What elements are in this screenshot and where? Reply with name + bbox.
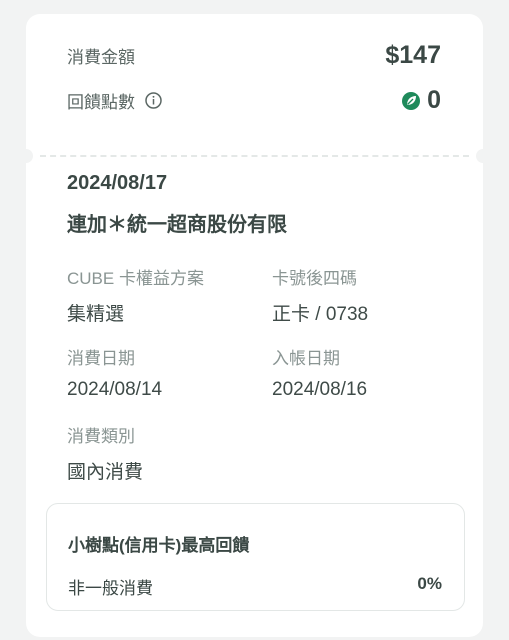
amount-value: $147 bbox=[385, 41, 441, 69]
field-label: 入帳日期 bbox=[272, 349, 340, 368]
reward-row: 非一般消費 0% bbox=[68, 574, 442, 599]
ticket-notch-left bbox=[19, 149, 33, 163]
field-spend-category: 消費類別 國內消費 bbox=[67, 422, 143, 484]
field-value: 正卡 / 0738 bbox=[272, 304, 369, 325]
leaf-coin-icon bbox=[402, 91, 421, 110]
field-value: 2024/08/14 bbox=[67, 379, 163, 400]
dashed-divider bbox=[40, 155, 469, 157]
merchant-name: 連加＊統一超商股份有限 bbox=[67, 214, 287, 236]
field-label: 卡號後四碼 bbox=[272, 269, 357, 288]
reward-row-label: 非一般消費 bbox=[68, 579, 153, 598]
reward-title: 小樹點(信用卡)最高回饋 bbox=[68, 536, 250, 555]
field-label: 消費類別 bbox=[67, 427, 135, 446]
transaction-date: 2024/08/17 bbox=[67, 172, 168, 194]
reward-box: 小樹點(信用卡)最高回饋 非一般消費 0% bbox=[46, 503, 465, 611]
transaction-detail-card: 消費金額 $147 回饋點數 0 2024/08/17 連加＊統一超商股份有限 … bbox=[19, 14, 490, 637]
reward-row-value: 0% bbox=[417, 574, 442, 593]
amount-row: 消費金額 $147 bbox=[67, 41, 441, 70]
field-spend-date: 消費日期 2024/08/14 bbox=[67, 344, 162, 401]
field-card-last4: 卡號後四碼 正卡 / 0738 bbox=[272, 264, 368, 326]
points-row: 回饋點數 0 bbox=[67, 86, 441, 115]
field-label: 消費日期 bbox=[67, 349, 135, 368]
field-label: CUBE 卡權益方案 bbox=[67, 269, 204, 288]
points-value: 0 bbox=[427, 86, 441, 114]
points-label: 回饋點數 bbox=[67, 93, 135, 112]
info-circle-icon[interactable] bbox=[145, 92, 162, 109]
field-value: 國內消費 bbox=[67, 462, 144, 483]
field-card-plan: CUBE 卡權益方案 集精選 bbox=[67, 264, 204, 326]
points-value-wrap: 0 bbox=[401, 86, 441, 115]
ticket-notch-right bbox=[476, 149, 490, 163]
amount-label: 消費金額 bbox=[67, 48, 135, 67]
field-value: 集精選 bbox=[67, 304, 125, 325]
points-label-wrap: 回饋點數 bbox=[67, 88, 162, 113]
field-value: 2024/08/16 bbox=[272, 379, 368, 400]
field-post-date: 入帳日期 2024/08/16 bbox=[272, 344, 367, 401]
